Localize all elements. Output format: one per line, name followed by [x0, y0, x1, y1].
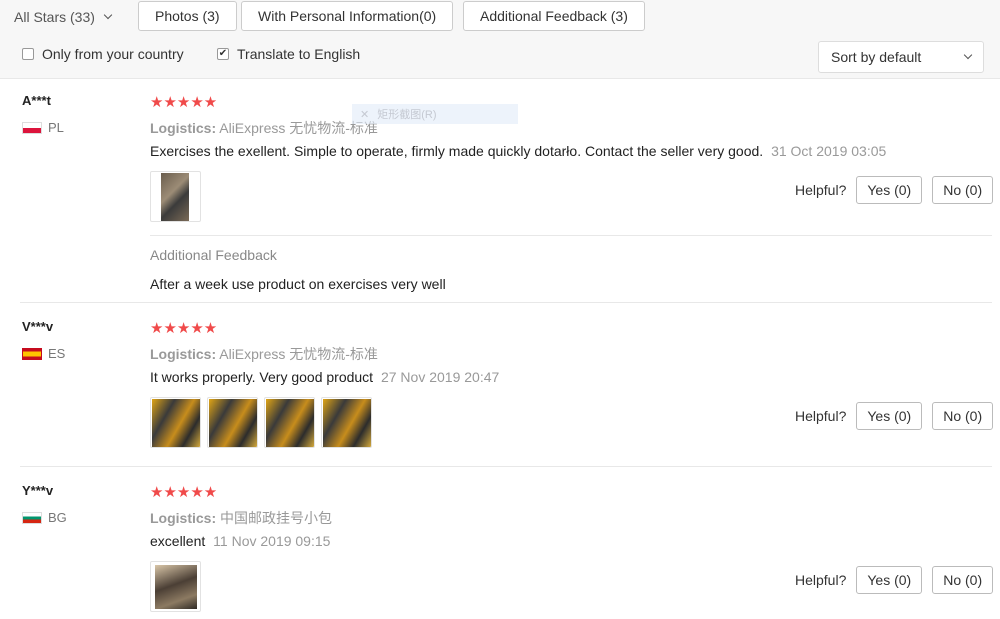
logistics-label: Logistics: — [150, 510, 217, 526]
close-icon: ✕ — [360, 108, 370, 121]
additional-feedback-filter-button[interactable]: Additional Feedback (3) — [463, 1, 645, 31]
logistics-label: Logistics: — [150, 120, 217, 136]
yes-vote-button[interactable]: Yes (0) — [856, 176, 923, 204]
sort-select[interactable]: Sort by default — [818, 41, 984, 73]
star-rating: ★★★★★ — [150, 94, 218, 111]
logistics-info: Logistics: AliExpress 无忧物流-标准 — [150, 118, 378, 138]
review-date: 31 Oct 2019 03:05 — [771, 143, 887, 159]
review-divider — [20, 302, 992, 303]
additional-feedback-title: Additional Feedback — [150, 247, 277, 263]
reviewer-name: V***v — [22, 319, 54, 334]
translate-option[interactable]: ✔ Translate to English — [217, 46, 360, 62]
yes-vote-button[interactable]: Yes (0) — [856, 402, 923, 430]
country-code: PL — [48, 120, 64, 135]
no-vote-button[interactable]: No (0) — [932, 402, 994, 430]
review-body: Exercises the exellent. Simple to operat… — [150, 143, 764, 159]
screenshot-tooltip: ✕ 矩形截图(R) — [352, 104, 518, 124]
country-code: ES — [48, 346, 66, 361]
review-photo-thumbnail[interactable] — [150, 171, 201, 222]
review-photos — [150, 171, 201, 222]
review-photo-thumbnail[interactable] — [207, 397, 258, 448]
logistics-label: Logistics: — [150, 346, 217, 362]
chevron-down-icon — [963, 50, 973, 60]
review-photos — [150, 561, 201, 612]
logistics-value: 中国邮政挂号小包 — [220, 510, 333, 526]
only-country-checkbox[interactable] — [22, 48, 34, 60]
review-photo-thumbnail[interactable] — [264, 397, 315, 448]
helpful-label: Helpful? — [795, 182, 847, 198]
additional-feedback-text: After a week use product on exercises ve… — [150, 276, 446, 292]
yes-vote-button[interactable]: Yes (0) — [856, 566, 923, 594]
personal-info-filter-button[interactable]: With Personal Information(0) — [241, 1, 454, 31]
helpful-vote: Helpful? Yes (0) No (0) — [795, 402, 994, 430]
only-country-label: Only from your country — [42, 46, 184, 62]
no-vote-button[interactable]: No (0) — [932, 566, 994, 594]
sort-label: Sort by default — [831, 49, 922, 65]
star-rating: ★★★★★ — [150, 484, 218, 501]
tooltip-text: 矩形截图(R) — [377, 109, 437, 121]
logistics-info: Logistics: AliExpress 无忧物流-标准 — [150, 344, 378, 364]
divider — [150, 235, 992, 236]
review-photo-thumbnail[interactable] — [150, 397, 201, 448]
country-code: BG — [48, 510, 67, 525]
review-body: It works properly. Very good product — [150, 369, 374, 385]
review-photo-thumbnail[interactable] — [150, 561, 201, 612]
reviewer-name: A***t — [22, 93, 51, 108]
star-rating: ★★★★★ — [150, 320, 218, 337]
rating-filter-label: All Stars (33) — [14, 9, 95, 25]
review-text: excellent 11 Nov 2019 09:15 — [150, 533, 330, 549]
logistics-info: Logistics: 中国邮政挂号小包 — [150, 508, 332, 528]
logistics-value: AliExpress 无忧物流-标准 — [219, 346, 378, 362]
no-vote-button[interactable]: No (0) — [932, 176, 994, 204]
translate-label: Translate to English — [237, 46, 361, 62]
review-divider — [20, 466, 992, 467]
review-date: 27 Nov 2019 20:47 — [380, 369, 500, 385]
review-photos — [150, 397, 372, 448]
reviewer-country: ES — [22, 346, 65, 361]
bulgaria-flag-icon — [22, 511, 42, 524]
filter-bar: All Stars (33) Photos (3) With Personal … — [0, 0, 1000, 78]
chevron-down-icon — [103, 10, 113, 20]
photos-filter-button[interactable]: Photos (3) — [138, 1, 237, 31]
translate-checkbox[interactable]: ✔ — [217, 48, 229, 60]
reviewer-country: BG — [22, 510, 67, 525]
poland-flag-icon — [22, 121, 42, 134]
helpful-vote: Helpful? Yes (0) No (0) — [795, 566, 994, 594]
only-country-option[interactable]: Only from your country — [22, 46, 184, 62]
review-body: excellent — [150, 533, 206, 549]
review-text: Exercises the exellent. Simple to operat… — [150, 143, 886, 159]
rating-filter-select[interactable]: All Stars (33) — [14, 4, 113, 30]
reviewer-country: PL — [22, 120, 64, 135]
review-text: It works properly. Very good product 27 … — [150, 369, 499, 385]
helpful-label: Helpful? — [795, 408, 847, 424]
reviewer-name: Y***v — [22, 483, 54, 498]
review-list: A***t PL ★★★★★ Logistics: AliExpress 无忧物… — [0, 78, 1000, 619]
review-date: 11 Nov 2019 09:15 — [213, 533, 331, 549]
helpful-vote: Helpful? Yes (0) No (0) — [795, 176, 994, 204]
spain-flag-icon — [22, 347, 42, 360]
review-photo-thumbnail[interactable] — [321, 397, 372, 448]
helpful-label: Helpful? — [795, 572, 847, 588]
